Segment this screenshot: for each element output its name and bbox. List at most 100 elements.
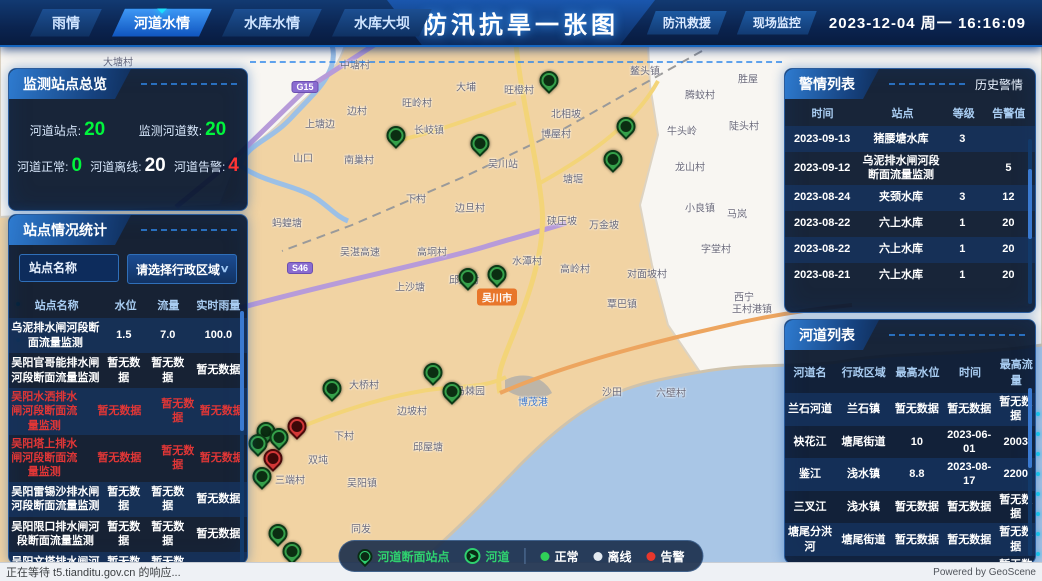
alarm-cell: 1 <box>943 266 982 284</box>
stat-item: 监测河道数:20 <box>139 119 226 141</box>
river-row[interactable]: 鉴江浅水镇8.82023-08-172200 <box>785 458 1035 491</box>
edge-dot-decor <box>1036 432 1040 436</box>
river-cell: 三叉江 <box>785 498 835 516</box>
river-cell: 8.8 <box>892 465 942 483</box>
station-value: 7.0 <box>146 326 190 344</box>
dot-gray-icon <box>594 552 603 561</box>
river-cell: 10 <box>892 433 942 451</box>
alarm-cell: 1 <box>943 240 982 258</box>
panel-station-overview: 监测站点总览 河道站点:20监测河道数:20 河道正常:0河道离线:20河道告警… <box>8 68 248 211</box>
header-right-area: 防汛救援现场监控 2023-12-04 周一 16:16:09 <box>647 11 1042 35</box>
overview-stats: 河道站点:20监测河道数:20 河道正常:0河道离线:20河道告警:4 <box>9 99 247 197</box>
scrollbar[interactable] <box>240 311 244 564</box>
stat-label: 河道站点: <box>30 124 81 138</box>
station-name: 吴阳雷锡沙排水闸河段断面流量监测 <box>9 483 102 516</box>
station-row[interactable]: 吴阳水洒排水闸河段断面流量监测暂无数据暂无数据暂无数据 <box>9 388 247 435</box>
map-marker-normal[interactable] <box>439 378 466 405</box>
alarm-cell: 2023-08-22 <box>785 240 859 258</box>
alarm-cell: 3 <box>943 188 982 206</box>
map-attribution: Powered by GeoScene <box>933 567 1036 578</box>
station-value: 暂无数据 <box>80 449 159 467</box>
alarm-row[interactable]: 2023-08-24夹颈水库312 <box>785 185 1035 211</box>
map-marker-normal[interactable] <box>420 359 447 386</box>
map-marker-normal[interactable] <box>467 130 494 157</box>
alarm-cell: 六上水库 <box>859 240 943 258</box>
scrollbar-thumb[interactable] <box>1028 169 1032 239</box>
scrollbar-thumb[interactable] <box>1028 388 1032 468</box>
alarm-row[interactable]: 2023-08-22六上水库120 <box>785 211 1035 237</box>
station-value: 暂无数据 <box>190 490 247 508</box>
station-value: 暂无数据 <box>146 354 190 387</box>
station-row[interactable]: 吴阳限口排水闸河段断面流量监测暂无数据暂无数据暂无数据 <box>9 517 247 552</box>
map-marker-normal[interactable] <box>484 261 511 288</box>
alarm-cell: 夹颈水库 <box>859 188 943 206</box>
map-marker-normal[interactable] <box>613 113 640 140</box>
nav-tab[interactable]: 水库大坝 <box>332 9 432 37</box>
river-cell: 浅水镇 <box>835 498 892 516</box>
river-row[interactable]: 三叉江浅水镇暂无数据暂无数据暂无数据 <box>785 491 1035 524</box>
river-cell: 兰石镇 <box>835 400 892 418</box>
edge-dot-decor <box>1036 412 1040 416</box>
stat-label: 河道告警: <box>174 160 225 174</box>
stat-item: 河道站点:20 <box>30 119 105 141</box>
column-header: 时间 <box>785 105 860 121</box>
station-row[interactable]: 吴阳官哥能排水闸河段断面流量监测暂无数据暂无数据暂无数据 <box>9 353 247 388</box>
history-alarm-link[interactable]: 历史警情 <box>975 76 1035 93</box>
station-search-input[interactable] <box>19 254 119 282</box>
map-marker-normal[interactable] <box>455 264 482 291</box>
legend-label: 离线 <box>608 548 632 565</box>
panel-title: 警情列表 <box>785 69 879 99</box>
header-button[interactable]: 现场监控 <box>737 11 817 35</box>
river-cell: 2023-06-01 <box>942 426 997 459</box>
alarm-row[interactable]: 2023-08-21六上水库120 <box>785 263 1035 289</box>
station-value: 暂无数据 <box>102 483 146 516</box>
alarm-cell: 2023-08-21 <box>785 266 859 284</box>
river-row[interactable]: 袂花江塘尾街道102023-06-012003 <box>785 426 1035 459</box>
alarm-row[interactable]: 2023-09-12乌泥排水闸河段断面流量监测5 <box>785 152 1035 185</box>
header-dash-decor <box>141 229 237 231</box>
river-cell: 暂无数据 <box>892 498 942 516</box>
river-row[interactable]: 兰石河道兰石镇暂无数据暂无数据暂无数据 <box>785 393 1035 426</box>
status-text: 正在等待 t5.tianditu.gov.cn 的响应... <box>6 564 181 580</box>
map-marker-normal[interactable] <box>319 375 346 402</box>
alarm-row[interactable]: 2023-08-22六上水库120 <box>785 237 1035 263</box>
map-marker-normal[interactable] <box>536 67 563 94</box>
station-value: 暂无数据 <box>159 395 196 428</box>
legend-label: 河道 <box>485 548 509 565</box>
nav-tab[interactable]: 雨情 <box>30 9 102 37</box>
station-row[interactable]: 吴阳塔上排水闸河段断面流量监测暂无数据暂无数据暂无数据 <box>9 435 247 482</box>
panel-title: 监测站点总览 <box>9 69 131 99</box>
scrollbar[interactable] <box>1028 139 1032 304</box>
map-marker-normal[interactable] <box>600 146 627 173</box>
header-dash-decor <box>889 83 965 85</box>
header-dash-decor <box>889 334 1025 336</box>
region-select[interactable]: 请选择行政区域 ∨ <box>127 254 237 284</box>
alarm-cell: 六上水库 <box>859 266 943 284</box>
river-row[interactable]: 塘尾分洪河塘尾街道暂无数据暂无数据暂无数据 <box>785 523 1035 556</box>
nav-tab[interactable]: 河道水情 <box>112 9 212 37</box>
alarm-cell <box>943 166 982 170</box>
alarm-cell: 3 <box>943 130 982 148</box>
stat-label: 河道离线: <box>90 160 141 174</box>
stat-value: 20 <box>84 119 105 140</box>
scrollbar-thumb[interactable] <box>240 311 244 431</box>
stat-item: 河道正常:0 <box>17 155 82 177</box>
alarm-row[interactable]: 2023-09-13猪腰塘水库3 <box>785 126 1035 152</box>
header-button[interactable]: 防汛救援 <box>647 11 727 35</box>
map-marker-normal[interactable] <box>383 122 410 149</box>
nav-tab[interactable]: 水库水情 <box>222 9 322 37</box>
station-value: 暂无数据 <box>80 402 159 420</box>
stat-label: 监测河道数: <box>139 124 202 138</box>
scrollbar[interactable] <box>1028 388 1032 556</box>
station-row[interactable]: 吴阳雷锡沙排水闸河段断面流量监测暂无数据暂无数据暂无数据 <box>9 482 247 517</box>
app-root: 大塘村中塘村大埔旺橙村鳌头镇胜屋腾蚊村边村旺岭村北相坡上塘边长岐镇博屋村牛头岭陡… <box>0 0 1042 581</box>
stats-row-top: 河道站点:20监测河道数:20 <box>13 119 243 141</box>
stat-value: 20 <box>205 119 226 140</box>
alarm-cell: 1 <box>943 214 982 232</box>
column-header: 最高流量 <box>998 356 1036 388</box>
legend-label: 河道断面站点 <box>377 548 449 565</box>
column-header: 告警值 <box>983 105 1036 121</box>
station-row[interactable]: 乌泥排水闸河段断面流量监测1.57.0100.0 <box>9 318 247 353</box>
river-cell: 暂无数据 <box>942 498 997 516</box>
panel-river-list: 河道列表 河道名行政区域最高水位时间最高流量 兰石河道兰石镇暂无数据暂无数据暂无… <box>784 319 1036 564</box>
